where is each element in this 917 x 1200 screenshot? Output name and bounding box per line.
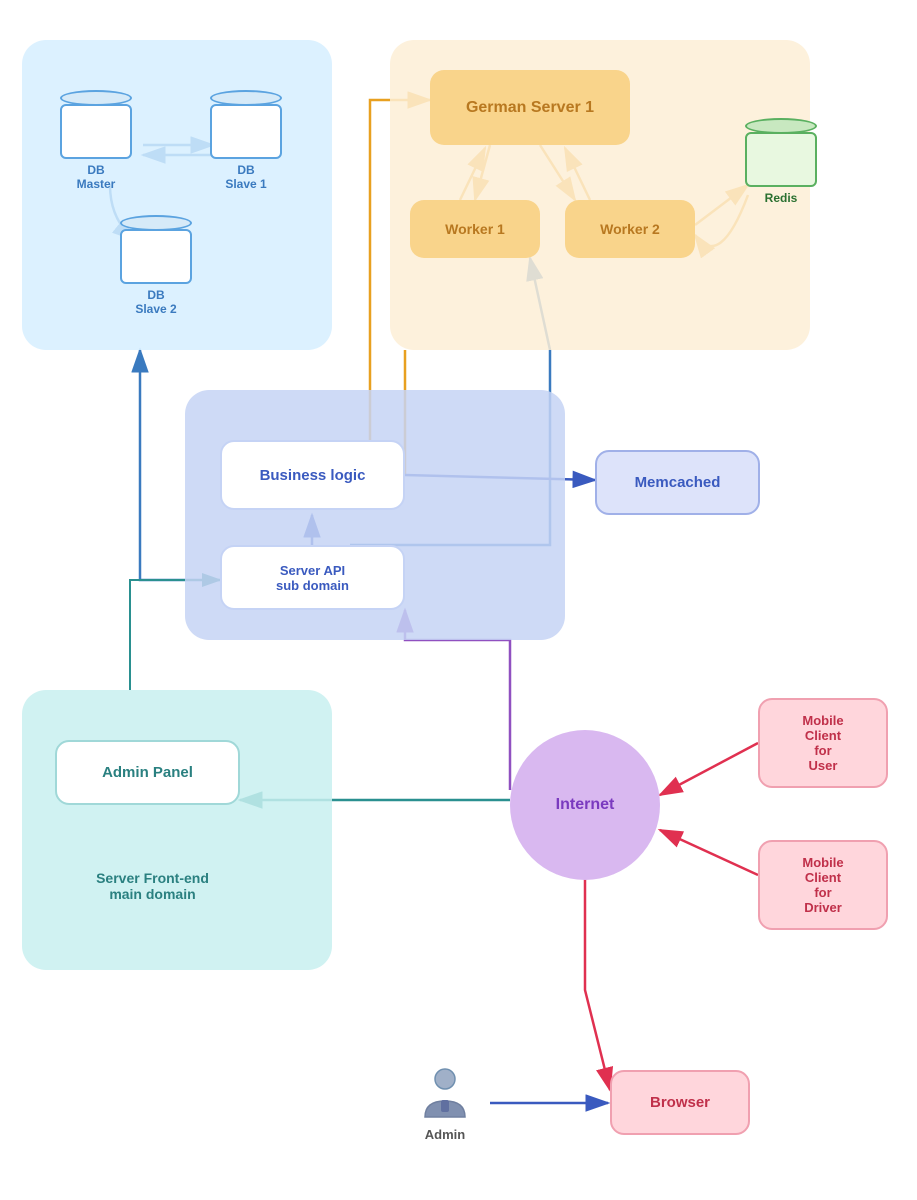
- memcached-node: Memcached: [595, 450, 760, 515]
- browser-node: Browser: [610, 1070, 750, 1135]
- internet-node: Internet: [510, 730, 660, 880]
- bizlogic-node: Business logic: [220, 440, 405, 510]
- db-slave2-node: DB Slave 2: [120, 215, 192, 316]
- admin-node: Admin: [400, 1058, 490, 1148]
- worker1-node: Worker 1: [410, 200, 540, 258]
- group-frontend: [22, 690, 332, 970]
- serverapi-node: Server API sub domain: [220, 545, 405, 610]
- admin-icon: [415, 1065, 475, 1125]
- worker2-node: Worker 2: [565, 200, 695, 258]
- adminpanel-node: Admin Panel: [55, 740, 240, 805]
- mobile-user-node: Mobile Client for User: [758, 698, 888, 788]
- frontend-label: Server Front-end main domain: [60, 870, 245, 902]
- redis-node: Redis: [745, 118, 817, 205]
- german-server1-node: German Server 1: [430, 70, 630, 145]
- db-master-node: DB Master: [60, 90, 132, 191]
- mobile-driver-node: Mobile Client for Driver: [758, 840, 888, 930]
- db-slave1-node: DB Slave 1: [210, 90, 282, 191]
- diagram-container: DB Master DB Slave 1 DB Slave 2 German S…: [0, 0, 917, 1200]
